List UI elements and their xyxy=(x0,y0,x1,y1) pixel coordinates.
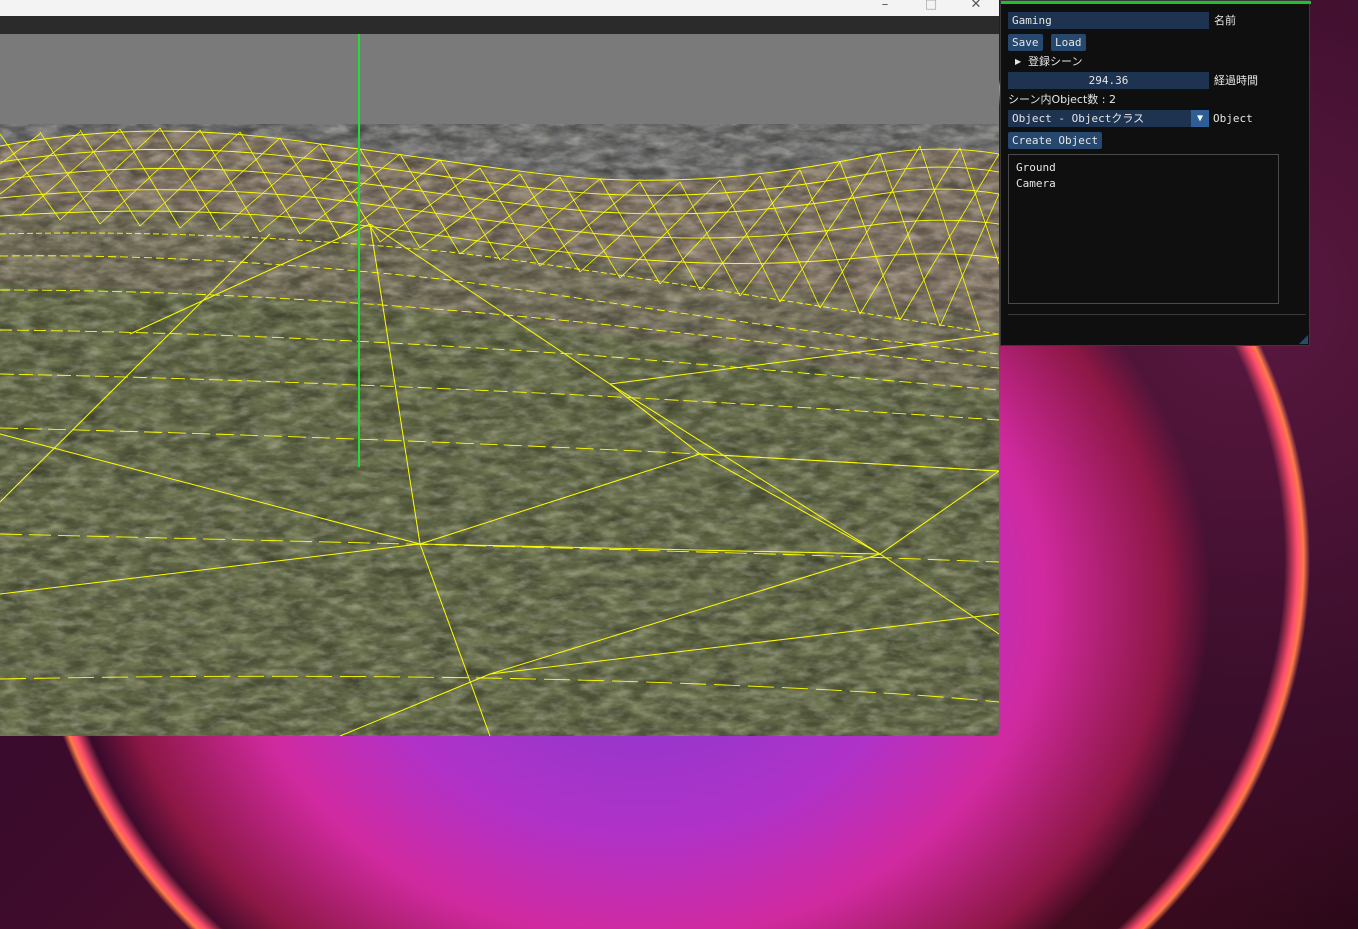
object-class-combo[interactable]: Object - Objectクラス ▼ xyxy=(1008,110,1209,127)
object-count-text: シーン内Object数 : 2 xyxy=(1008,93,1116,106)
create-object-button[interactable]: Create Object xyxy=(1008,132,1103,149)
maximize-icon[interactable]: □ xyxy=(908,0,954,16)
resize-grip-icon[interactable] xyxy=(1299,335,1308,344)
title-bar: – □ ✕ xyxy=(0,0,999,16)
close-icon[interactable]: ✕ xyxy=(953,0,999,16)
load-button[interactable]: Load xyxy=(1051,34,1086,51)
object-list[interactable]: Ground Camera xyxy=(1008,154,1279,304)
3d-viewport[interactable] xyxy=(0,34,999,736)
elapsed-time-label: 経過時間 xyxy=(1214,74,1258,87)
scene-name-input[interactable]: Gaming xyxy=(1008,12,1209,29)
chevron-down-icon[interactable]: ▼ xyxy=(1191,110,1209,127)
minimize-icon[interactable]: – xyxy=(862,0,908,16)
elapsed-time-field[interactable]: 294.36 xyxy=(1008,72,1209,89)
scene-name-label: 名前 xyxy=(1214,14,1236,27)
registered-scenes-tree[interactable]: 登録シーン xyxy=(1028,53,1082,70)
object-class-label: Object xyxy=(1213,112,1253,125)
panel-separator xyxy=(1008,314,1306,315)
save-button[interactable]: Save xyxy=(1008,34,1043,51)
object-class-combo-value: Object - Objectクラス xyxy=(1012,112,1145,125)
tree-arrow-icon[interactable]: ▶ xyxy=(1015,53,1021,70)
list-item[interactable]: Camera xyxy=(1016,176,1271,192)
terrain-texture-light xyxy=(0,124,999,736)
menu-strip xyxy=(0,16,999,34)
list-item[interactable]: Ground xyxy=(1016,160,1271,176)
scene-window: – □ ✕ xyxy=(0,0,999,736)
panel-title-accent xyxy=(1001,1,1311,4)
inspector-panel: Gaming 名前 Save Load ▶ 登録シーン 294.36 経過時間 … xyxy=(1000,0,1311,346)
